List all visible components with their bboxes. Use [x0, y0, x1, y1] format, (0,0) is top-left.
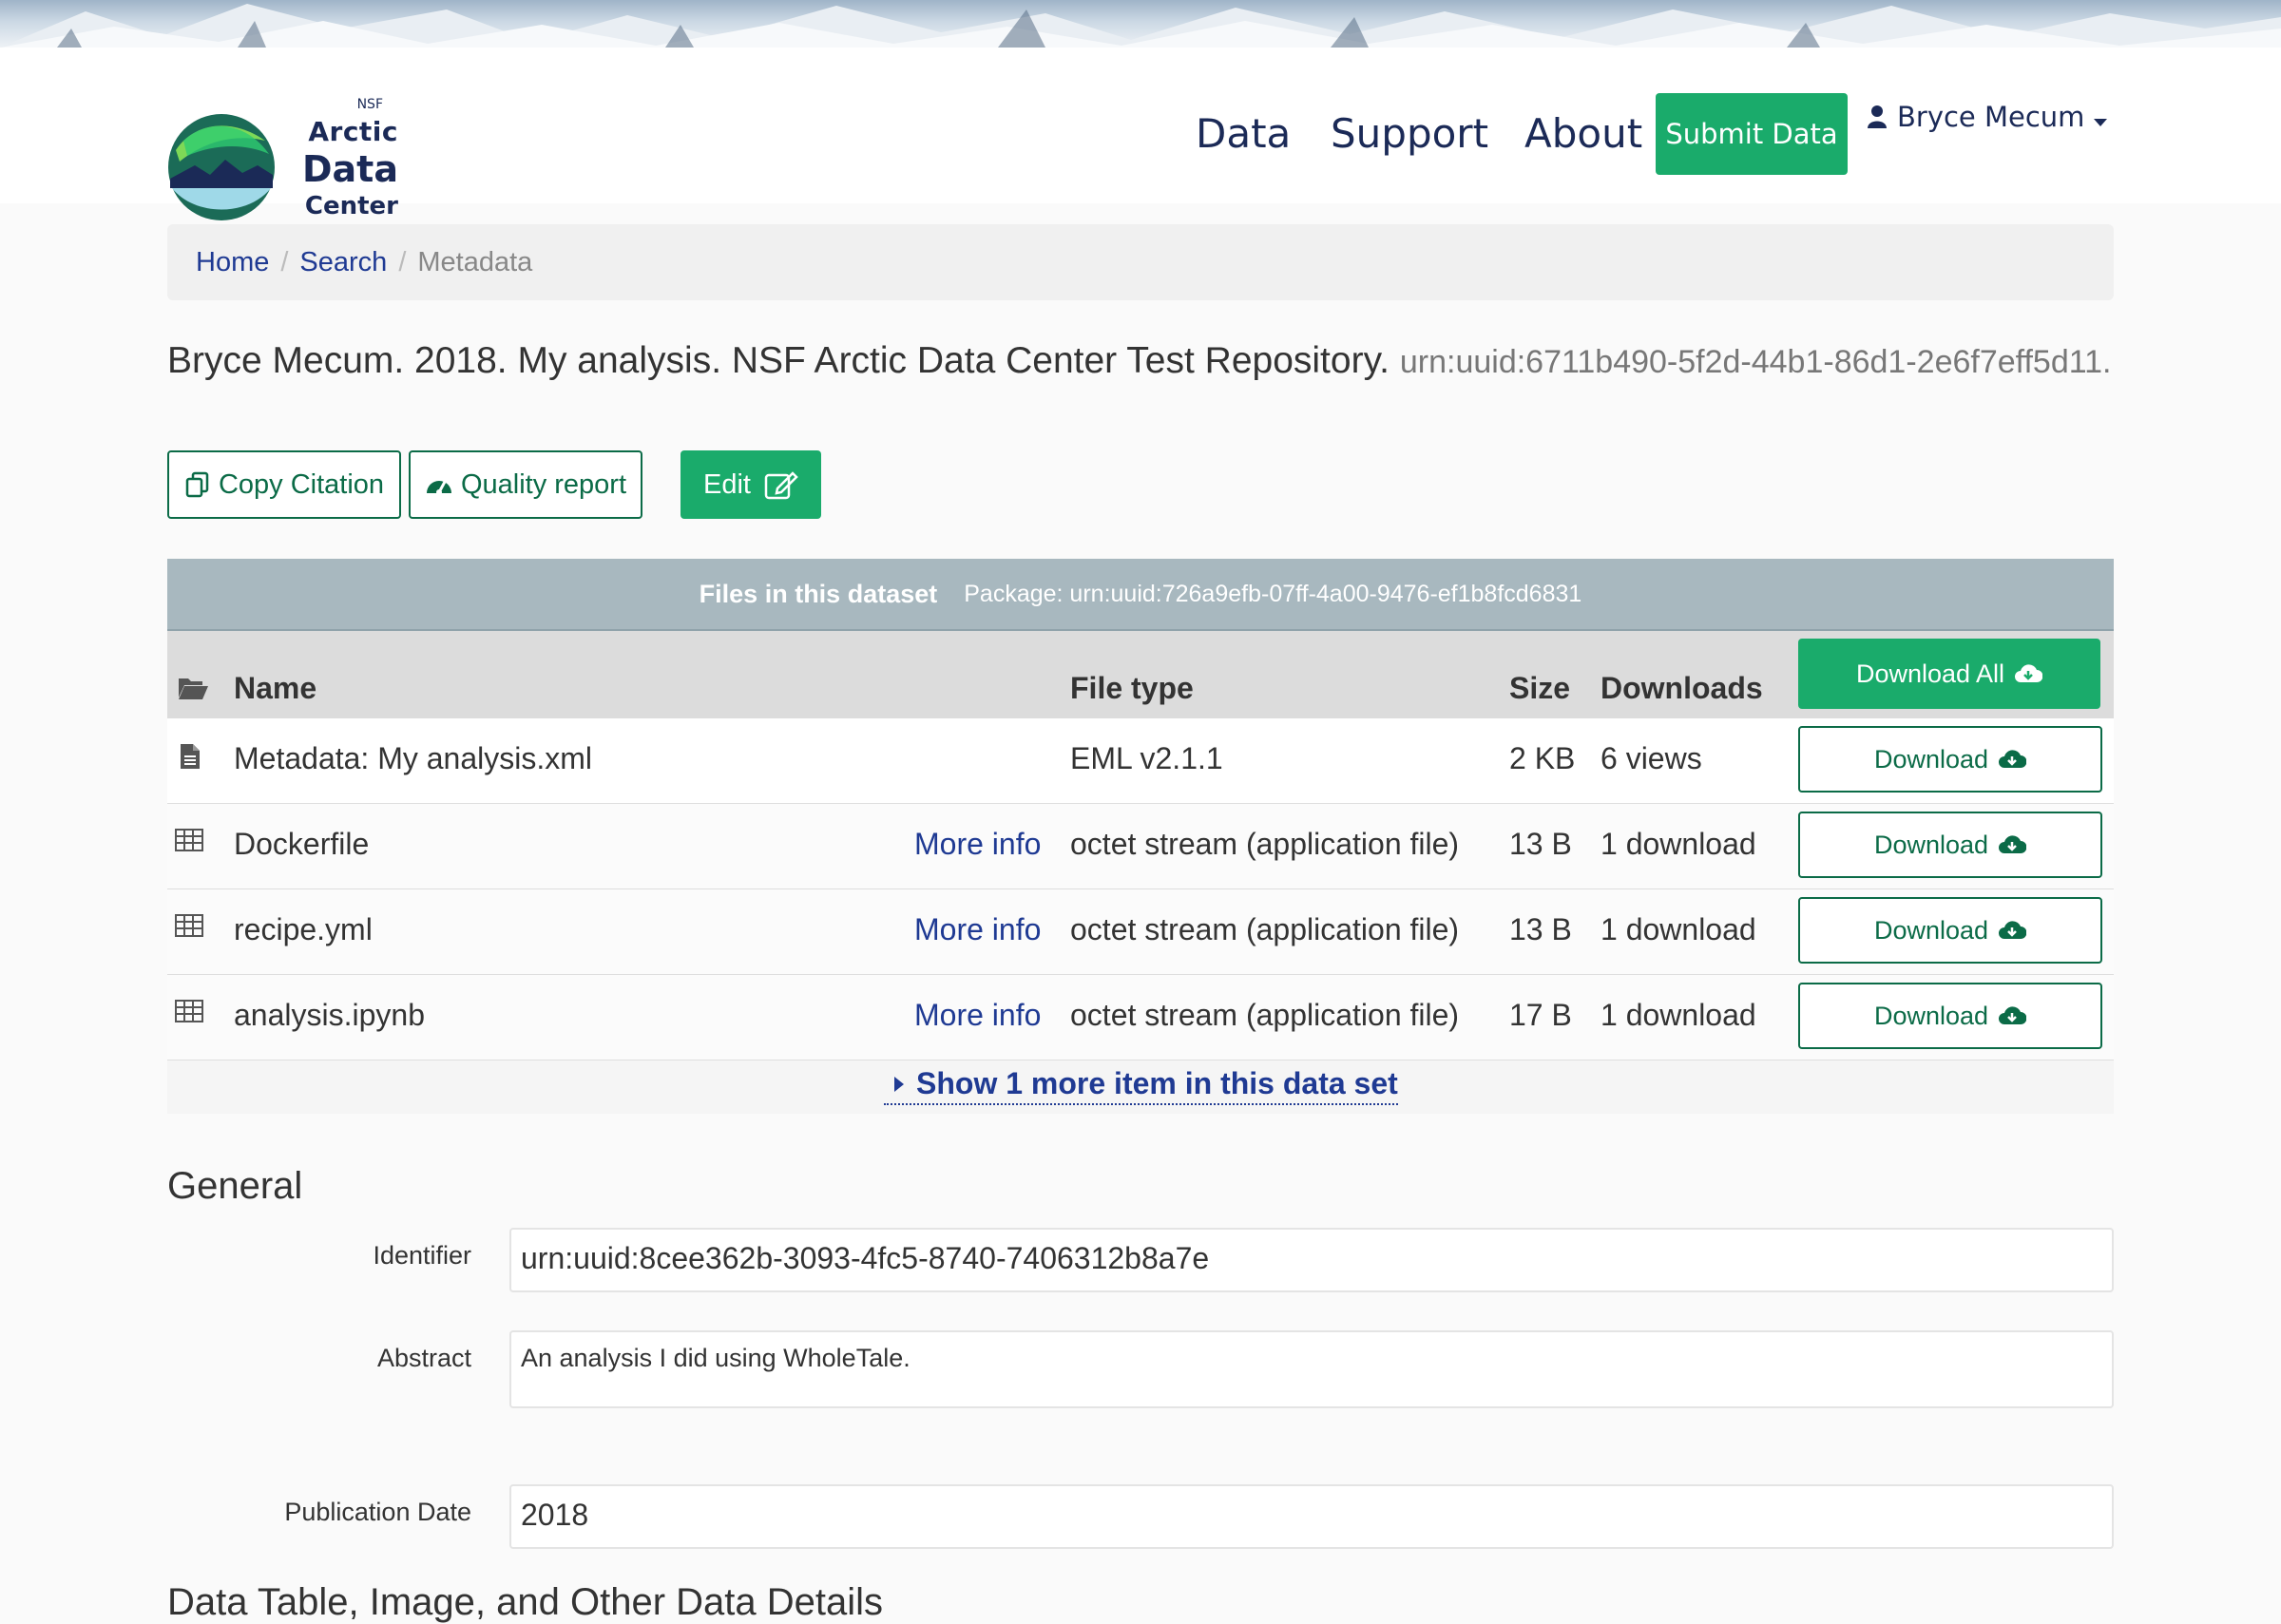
cloud-download-icon — [1999, 921, 2027, 939]
download-button[interactable]: Download — [1798, 983, 2102, 1049]
table-row: Metadata: My analysis.xml EML v2.1.1 2 K… — [167, 718, 2114, 804]
files-panel-heading: Files in this dataset Package: urn:uuid:… — [167, 559, 2114, 631]
user-name: Bryce Mecum — [1897, 101, 2085, 133]
logo-line-arctic: Arctic — [308, 116, 398, 147]
edit-label: Edit — [703, 468, 751, 500]
file-type: octet stream (application file) — [1070, 998, 1460, 1032]
user-menu-dropdown[interactable]: Bryce Mecum — [1867, 101, 2108, 133]
file-downloads: 1 download — [1601, 912, 1756, 946]
file-downloads: 6 views — [1601, 741, 1702, 775]
breadcrumb-search-link[interactable]: Search — [299, 247, 387, 278]
table-icon — [175, 914, 203, 937]
download-all-label: Download All — [1855, 659, 2005, 688]
logo-line-data: Data — [302, 148, 398, 190]
citation-text: Bryce Mecum. 2018. My analysis. NSF Arct… — [167, 340, 1390, 381]
files-package-id: Package: urn:uuid:726a9efb-07ff-4a00-947… — [964, 580, 1582, 607]
file-downloads: 1 download — [1601, 998, 1756, 1032]
cloud-download-icon — [1999, 1006, 2027, 1024]
download-label: Download — [1873, 744, 1989, 774]
submit-data-button[interactable]: Submit Data — [1656, 93, 1848, 175]
more-info-link[interactable]: More info — [914, 998, 1041, 1033]
breadcrumb: Home / Search / Metadata — [167, 224, 2114, 300]
column-header-size[interactable]: Size — [1509, 671, 1570, 706]
logo-nsf-text: NSF — [356, 97, 383, 112]
show-more-row: Show 1 more item in this data set — [167, 1060, 2114, 1114]
header-banner-image — [0, 0, 2281, 48]
abstract-label: Abstract — [376, 1344, 471, 1372]
identifier-label: Identifier — [373, 1241, 471, 1270]
cloud-download-icon — [2015, 664, 2043, 682]
abstract-value: An analysis I did using WholeTale. — [521, 1344, 910, 1372]
edit-button[interactable]: Edit — [680, 450, 821, 519]
publication-date-field[interactable]: 2018 — [509, 1484, 2114, 1549]
table-icon — [175, 829, 203, 851]
general-section-heading: General — [167, 1165, 303, 1207]
table-row: Dockerfile More info octet stream (appli… — [167, 804, 2114, 889]
download-label: Download — [1873, 915, 1989, 945]
folder-open-icon — [179, 678, 208, 699]
file-size: 13 B — [1509, 827, 1572, 861]
dataset-citation: Bryce Mecum. 2018. My analysis. NSF Arct… — [167, 340, 2163, 382]
file-size: 2 KB — [1509, 741, 1576, 775]
column-header-downloads[interactable]: Downloads — [1601, 671, 1763, 706]
download-button[interactable]: Download — [1798, 726, 2102, 793]
identifier-field[interactable]: urn:uuid:8cee362b-3093-4fc5-8740-7406312… — [509, 1228, 2114, 1292]
arctic-data-center-logo[interactable]: NSF Arctic Data Center — [166, 78, 398, 241]
quality-report-button[interactable]: Quality report — [409, 450, 642, 519]
files-table-header: Name File type Size Downloads Download A… — [167, 631, 2114, 718]
nav-about-link[interactable]: About — [1524, 110, 1642, 157]
file-type: EML v2.1.1 — [1070, 741, 1223, 775]
copy-icon — [185, 471, 209, 498]
copy-citation-label: Copy Citation — [218, 468, 385, 500]
more-info-link[interactable]: More info — [914, 827, 1041, 862]
files-heading-title: Files in this dataset — [699, 579, 938, 608]
nav-data-link[interactable]: Data — [1196, 110, 1291, 157]
identifier-value: urn:uuid:8cee362b-3093-4fc5-8740-7406312… — [521, 1241, 1210, 1275]
file-name: Dockerfile — [234, 827, 370, 861]
file-name: recipe.yml — [234, 912, 373, 946]
column-header-name[interactable]: Name — [234, 671, 316, 706]
column-header-file-type[interactable]: File type — [1070, 671, 1194, 706]
caret-right-icon — [894, 1076, 904, 1092]
nav-support-link[interactable]: Support — [1331, 110, 1488, 157]
breadcrumb-separator: / — [398, 246, 407, 277]
breadcrumb-home-link[interactable]: Home — [196, 247, 269, 278]
edit-pencil-icon — [764, 471, 798, 500]
download-button[interactable]: Download — [1798, 897, 2102, 964]
file-name: Metadata: My analysis.xml — [234, 741, 593, 775]
breadcrumb-separator: / — [280, 246, 289, 277]
file-type: octet stream (application file) — [1070, 827, 1460, 861]
breadcrumb-current: Metadata — [417, 246, 533, 277]
file-type: octet stream (application file) — [1070, 912, 1460, 946]
download-label: Download — [1873, 830, 1989, 859]
caret-down-icon — [2094, 119, 2108, 126]
publication-date-label: Publication Date — [284, 1498, 471, 1526]
show-more-label: Show 1 more item in this data set — [916, 1066, 1398, 1100]
quality-report-label: Quality report — [460, 468, 627, 500]
copy-citation-button[interactable]: Copy Citation — [167, 450, 401, 519]
file-downloads: 1 download — [1601, 827, 1756, 861]
more-info-link[interactable]: More info — [914, 912, 1041, 947]
show-more-link[interactable]: Show 1 more item in this data set — [884, 1066, 1398, 1105]
table-row: analysis.ipynb More info octet stream (a… — [167, 975, 2114, 1060]
download-label: Download — [1873, 1001, 1989, 1030]
file-name: analysis.ipynb — [234, 998, 425, 1032]
publication-date-value: 2018 — [521, 1498, 589, 1532]
user-icon — [1868, 105, 1887, 128]
table-row: recipe.yml More info octet stream (appli… — [167, 889, 2114, 975]
citation-identifier: urn:uuid:6711b490-5f2d-44b1-86d1-2e6f7ef… — [1399, 344, 2112, 380]
file-size: 17 B — [1509, 998, 1572, 1032]
dashboard-gauge-icon — [426, 481, 451, 495]
abstract-field[interactable]: An analysis I did using WholeTale. — [509, 1330, 2114, 1408]
file-size: 13 B — [1509, 912, 1572, 946]
cloud-download-icon — [1999, 750, 2027, 768]
file-text-icon — [181, 744, 200, 769]
logo-line-center: Center — [304, 192, 398, 220]
table-icon — [175, 1000, 203, 1022]
download-button[interactable]: Download — [1798, 812, 2102, 878]
logo-mark-icon — [168, 114, 275, 220]
cloud-download-icon — [1999, 835, 2027, 853]
data-details-section-heading: Data Table, Image, and Other Data Detail… — [167, 1581, 884, 1623]
download-all-button[interactable]: Download All — [1798, 639, 2100, 709]
